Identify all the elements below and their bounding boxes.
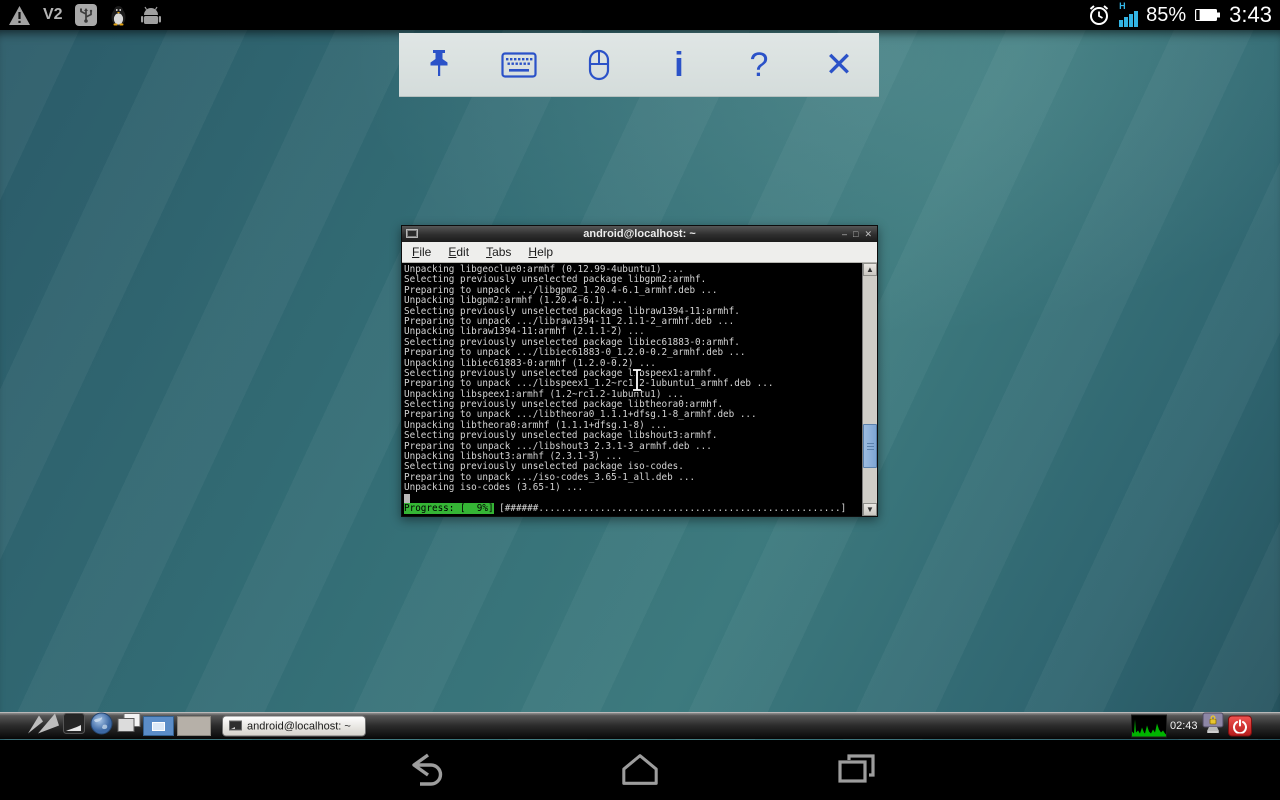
home-button[interactable] [620,751,660,789]
pin-toolbar-button[interactable] [416,42,462,88]
battery-percent-label: 85% [1146,4,1186,27]
terminal-window: android@localhost: ~ – □ ✕ File Edit Tabs H… [401,225,878,517]
taskbar-window-label: android@localhost: ~ [247,720,351,732]
web-browser-launcher[interactable] [90,712,113,740]
vnc-app-icon: V2 [43,6,63,24]
close-toolbar-button[interactable]: ✕ [816,42,862,88]
file-manager-launcher[interactable] [116,713,142,740]
notification-icons: V2 [8,4,162,26]
battery-icon [1194,7,1221,23]
recents-button[interactable] [836,751,876,789]
progress-bar-text: [######.................................… [494,503,847,514]
back-button[interactable] [404,751,444,789]
progress-percent-label: Progress: [ 9%] [404,503,494,514]
text-cursor-pointer-icon [630,368,644,392]
terminal-window-icon [406,229,418,239]
linux-tux-icon [109,5,128,26]
signal-strength-icon: H [1119,3,1138,27]
lock-screen-button[interactable] [1200,712,1226,740]
menu-item[interactable]: File [412,245,431,259]
show-desktop-button[interactable] [63,713,85,739]
help-button[interactable]: ? [736,42,782,88]
terminal-output-line: Preparing to unpack .../libiec61883-0_1.… [404,348,860,358]
info-button[interactable]: i [656,42,702,88]
vnc-viewer-toolbar: i ? ✕ [399,33,879,97]
usb-debugging-icon [75,4,97,26]
scrollbar-thumb[interactable] [863,424,877,468]
xfce-taskbar: android@localhost: ~ 02:43 [0,712,1280,739]
alarm-icon [1087,3,1111,27]
terminal-body[interactable]: Unpacking libgeoclue0:armhf (0.12.99-4ub… [402,263,877,516]
terminal-scrollbar[interactable]: ▲ ▼ [862,263,877,516]
workspace-1-active[interactable] [143,716,174,736]
minimize-button[interactable]: – [842,226,847,242]
terminal-output-line: Unpacking libgpm2:armhf (1.20.4-6.1) ... [404,296,860,306]
android-nav-bar [0,740,1280,800]
android-status-bar: V2 [0,0,1280,30]
maximize-button[interactable]: □ [853,226,858,242]
vnc-desktop[interactable]: i ? ✕ android@localhost: ~ – □ ✕ File Edi… [0,30,1280,740]
taskbar-window-button[interactable]: android@localhost: ~ [222,716,366,737]
system-status-icons: H 85% 3:43 [1087,2,1272,28]
logout-power-button[interactable] [1228,716,1252,737]
terminal-task-icon [229,721,242,732]
window-title: android@localhost: ~ [402,226,877,242]
workspace-2[interactable] [177,716,211,736]
close-button[interactable]: ✕ [864,226,872,242]
android-bot-icon [140,6,162,25]
terminal-menubar: File Edit Tabs Help [402,242,877,263]
terminal-cursor [404,494,410,503]
terminal-output-line: Unpacking iso-codes (3.65-1) ... [404,483,860,493]
keyboard-toggle-button[interactable] [496,42,542,88]
apt-progress-line: Progress: [ 9%] [######.................… [404,504,860,514]
panel-clock[interactable]: 02:43 [1170,720,1198,732]
xfce-menu-button[interactable] [27,713,61,740]
terminal-titlebar[interactable]: android@localhost: ~ – □ ✕ [402,226,877,242]
menu-item[interactable]: Edit [448,245,469,259]
warning-icon [8,5,31,26]
mouse-mode-button[interactable] [576,42,622,88]
scroll-up-button[interactable]: ▲ [863,263,877,276]
window-controls: – □ ✕ [842,226,877,242]
cpu-monitor-graph[interactable] [1131,715,1167,738]
menu-item[interactable]: Help [528,245,553,259]
menu-item[interactable]: Tabs [486,245,511,259]
clock-label: 3:43 [1229,2,1272,28]
scroll-down-button[interactable]: ▼ [863,503,877,516]
